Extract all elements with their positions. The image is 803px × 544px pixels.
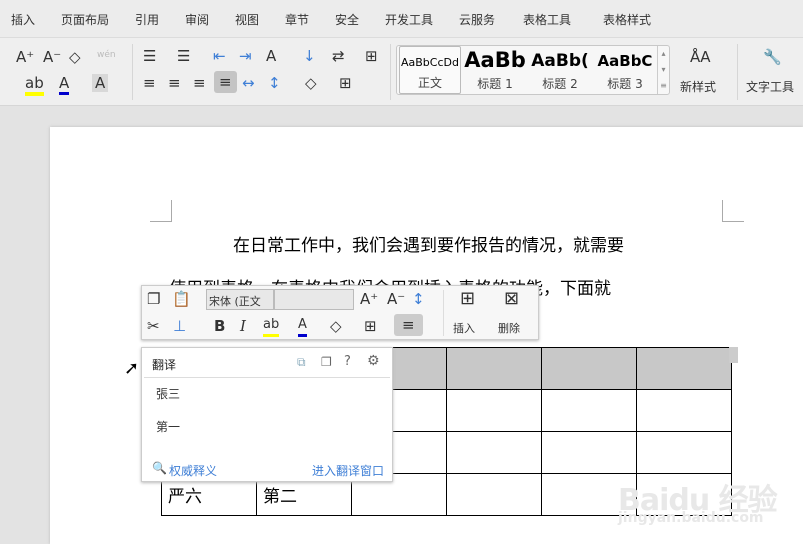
line-spacing-icon[interactable]: ↕ (268, 74, 281, 92)
menu-security[interactable]: 安全 (335, 11, 359, 28)
mouse-cursor-icon: ➚ (124, 358, 140, 379)
menu-references[interactable]: 引用 (135, 11, 159, 28)
table-cell[interactable] (636, 389, 732, 432)
font-color-icon[interactable]: A (59, 74, 70, 95)
line-spacing-icon[interactable]: ↕ (412, 290, 425, 308)
menu-section[interactable]: 章节 (285, 11, 309, 28)
text-tools-button[interactable]: 文字工具 (746, 78, 794, 95)
align-icon[interactable]: ≡ (394, 314, 423, 336)
grow-font-icon[interactable]: A⁺ (360, 290, 378, 308)
highlight-icon[interactable]: ab (263, 316, 280, 337)
new-style-icon: ÅA (690, 48, 711, 66)
align-left-icon[interactable]: ≡ (143, 74, 156, 92)
font-family-select[interactable]: 宋体 (正文 (206, 289, 274, 310)
copy-icon[interactable]: ❐ (147, 290, 160, 308)
increase-indent-icon[interactable]: ⇥ (239, 47, 252, 65)
style-normal[interactable]: AaBbCcDd 正文 (399, 46, 461, 94)
shrink-font-icon[interactable]: A⁻ (387, 290, 405, 308)
cut-icon[interactable]: ✂ (147, 317, 160, 335)
style-heading-2[interactable]: AaBb(标题 2 (528, 46, 592, 94)
mini-toolbar: ❐ 📋 宋体 (正文 A⁺ A⁻ ↕ ✂ ⊥ B I ab A ◇ ⊞ ≡ ⊞ … (141, 285, 539, 340)
decrease-indent-icon[interactable]: ⇤ (213, 47, 226, 65)
translate-popup: 翻译 ⧉ ❐ ? ⚙ 張三 第一 🔍 权威释义 进入翻译窗口 (141, 347, 393, 482)
align-right-icon[interactable]: ≡ (193, 74, 206, 92)
language-switch-icon[interactable]: ⧉ (297, 355, 306, 370)
menu-cloud[interactable]: 云服务 (459, 11, 495, 28)
italic-icon[interactable]: I (240, 317, 246, 335)
menu-developer[interactable]: 开发工具 (385, 11, 433, 28)
delete-button[interactable]: 删除 (498, 320, 520, 336)
clear-format-icon[interactable]: ◇ (69, 48, 81, 66)
open-translate-window-link[interactable]: 进入翻译窗口 (312, 462, 384, 479)
new-style-button[interactable]: 新样式 (680, 78, 716, 95)
bold-icon[interactable]: B (214, 317, 225, 335)
menu-table-tools[interactable]: 表格工具 (523, 11, 571, 28)
table-cell[interactable] (541, 431, 637, 474)
table-cell[interactable] (541, 389, 637, 432)
borders-icon[interactable]: ⊞ (339, 74, 352, 92)
menu-insert[interactable]: 插入 (11, 11, 35, 28)
char-shading-icon[interactable]: A (92, 74, 109, 92)
menu-page-layout[interactable]: 页面布局 (61, 11, 109, 28)
font-size-select[interactable] (274, 289, 354, 310)
numbering-icon[interactable]: ☰ (177, 47, 190, 65)
help-icon[interactable]: ? (344, 354, 351, 369)
format-painter-icon[interactable]: ⊥ (173, 317, 186, 335)
table-cell[interactable] (541, 347, 637, 390)
wrench-icon: 🔧 (763, 48, 782, 66)
table-grid-icon[interactable]: ⊞ (365, 47, 378, 65)
show-hide-icon[interactable]: ⇄ (332, 47, 345, 65)
table-cell[interactable] (636, 347, 732, 390)
shrink-font-icon[interactable]: A⁻ (43, 48, 61, 66)
char-scaling-icon[interactable]: A (266, 47, 276, 65)
highlight-icon[interactable]: ab (25, 74, 44, 96)
insert-button[interactable]: 插入 (453, 320, 475, 336)
menu-bar: 插入 页面布局 引用 审阅 视图 章节 安全 开发工具 云服务 表格工具 表格样… (0, 0, 803, 38)
borders-icon[interactable]: ⊞ (364, 317, 377, 335)
menu-review[interactable]: 审阅 (185, 11, 209, 28)
style-heading-3[interactable]: AaBbC 标题 3 (593, 46, 657, 94)
authority-link[interactable]: 权威释义 (169, 462, 217, 479)
translation-result[interactable]: 第一 (156, 418, 180, 435)
table-cell[interactable] (446, 347, 542, 390)
distribute-icon[interactable]: ↔ (242, 74, 255, 92)
sort-icon[interactable]: ↓ (303, 47, 316, 65)
table-cell[interactable] (446, 431, 542, 474)
shading-icon[interactable]: ◇ (330, 317, 342, 335)
translation-result[interactable]: 張三 (156, 385, 180, 402)
translate-title: 翻译 (152, 358, 177, 372)
style-heading-1[interactable]: AaBb 标题 1 (463, 46, 527, 94)
font-color-icon[interactable]: A (298, 316, 307, 337)
insert-table-icon: ⊞ (460, 288, 476, 309)
paste-icon[interactable]: 📋 (172, 290, 191, 308)
table-cell[interactable] (446, 473, 542, 516)
table-cell[interactable] (636, 431, 732, 474)
bullets-icon[interactable]: ☰ (143, 47, 156, 65)
ribbon: A⁺ A⁻ ◇ wén ab A A ☰ ☰ ⇤ ⇥ A ↓ ⇄ ⊞ ≡ ≡ ≡… (0, 38, 803, 106)
shading-icon[interactable]: ◇ (305, 74, 317, 92)
style-scroll[interactable]: ▴ ▾ ≡ (657, 46, 669, 94)
delete-table-icon: ⊠ (504, 288, 520, 309)
copy-icon[interactable]: ❐ (321, 355, 332, 369)
table-cell[interactable] (446, 389, 542, 432)
align-center-icon[interactable]: ≡ (168, 74, 181, 92)
justify-icon[interactable]: ≡ (214, 71, 237, 93)
grow-font-icon[interactable]: A⁺ (16, 48, 34, 66)
gear-icon[interactable]: ⚙ (367, 353, 380, 369)
style-gallery: AaBbCcDd 正文 AaBb 标题 1 AaBb(标题 2 AaBbC 标题 3 … (396, 45, 670, 95)
phonetic-guide-icon[interactable]: wén (97, 46, 116, 64)
watermark-url: jingyan.baidu.com (618, 510, 764, 526)
table-resize-handle[interactable] (729, 347, 738, 363)
search-icon: 🔍 (152, 461, 167, 475)
menu-table-style[interactable]: 表格样式 (603, 11, 651, 28)
paragraph-line-1[interactable]: 在日常工作中，我们会遇到要作报告的情况，就需要 (233, 231, 624, 256)
menu-view[interactable]: 视图 (235, 11, 259, 28)
